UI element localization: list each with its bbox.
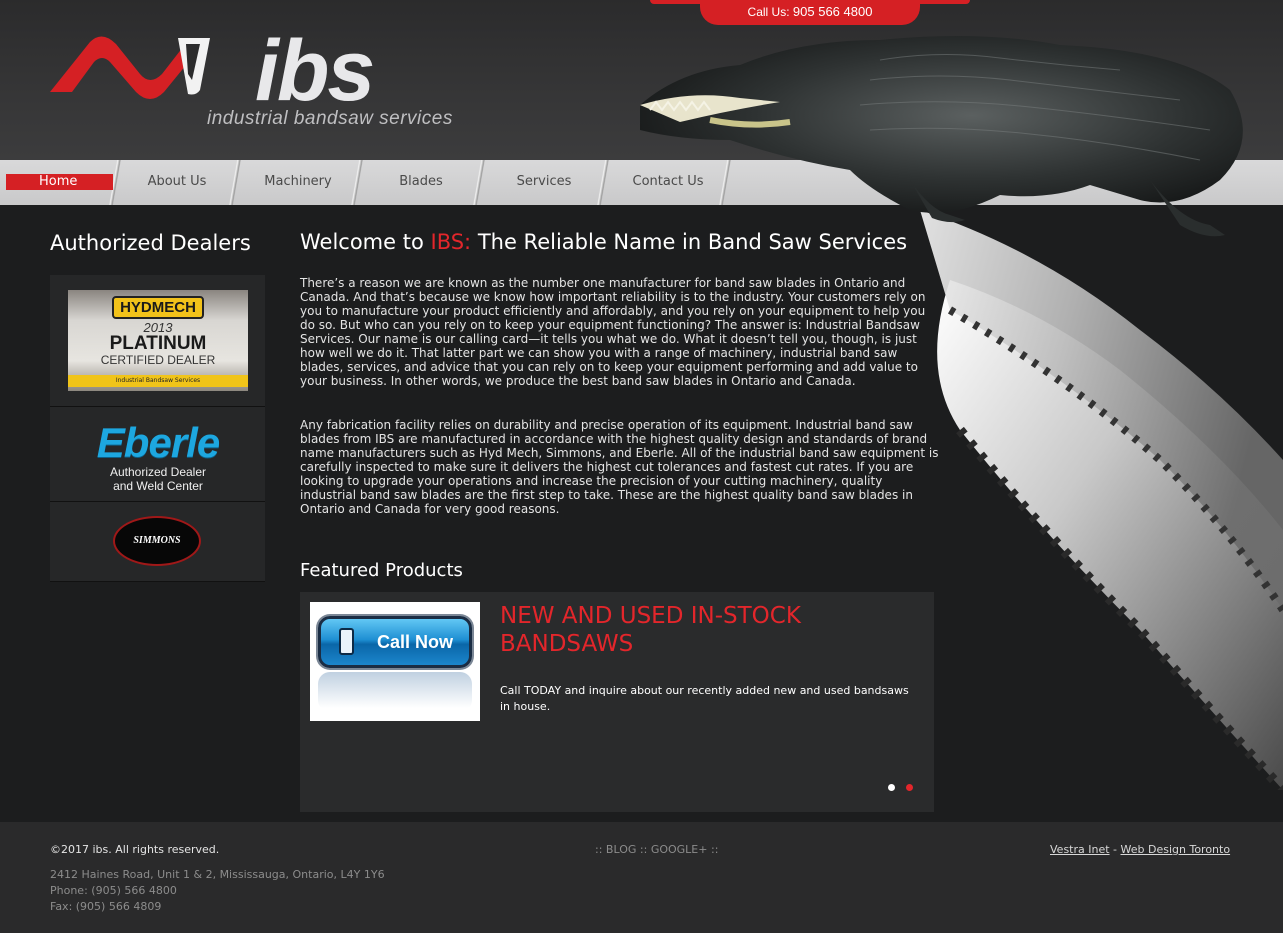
- dealer-hydmech[interactable]: HYDMECH 2013 PLATINUM CERTIFIED DEALER I…: [50, 275, 265, 407]
- title-pre: Welcome to: [300, 230, 431, 254]
- hydmech-cert: CERTIFIED DEALER: [100, 353, 216, 367]
- footer-credits: Vestra Inet - Web Design Toronto: [1050, 843, 1230, 856]
- call-now-button-graphic: Call Now: [318, 616, 472, 668]
- call-us-bar[interactable]: Call Us: 905 566 4800: [700, 0, 920, 25]
- nav-item-machinery[interactable]: Machinery: [238, 160, 358, 205]
- site-footer: ©2017 ibs. All rights reserved. 2412 Hai…: [0, 822, 1283, 933]
- footer-credit-webdesign[interactable]: Web Design Toronto: [1121, 843, 1231, 856]
- eberle-line1: Authorized Dealer: [109, 465, 207, 479]
- nav-item-contact[interactable]: Contact Us: [606, 160, 730, 205]
- title-brand: IBS:: [430, 230, 472, 254]
- dealer-simmons[interactable]: SIMMONS: [50, 502, 265, 582]
- simmons-wordmark: SIMMONS: [133, 535, 181, 546]
- featured-heading[interactable]: NEW AND USED IN-STOCK BANDSAWS: [500, 602, 860, 658]
- footer-address: 2412 Haines Road, Unit 1 & 2, Mississaug…: [50, 868, 385, 881]
- eberle-subtitle: Authorized Dealer and Weld Center: [68, 465, 248, 493]
- dealer-list: HYDMECH 2013 PLATINUM CERTIFIED DEALER I…: [50, 275, 265, 582]
- slider-dot-1[interactable]: [888, 784, 895, 791]
- hydmech-strip: Industrial Bandsaw Services: [68, 375, 248, 387]
- intro-paragraph-2: Any fabrication facility relies on durab…: [300, 418, 939, 516]
- footer-credit-vestra[interactable]: Vestra Inet: [1050, 843, 1110, 856]
- footer-links-prefix: ::: [595, 843, 603, 856]
- eberle-logo: Eberle: [96, 419, 220, 466]
- footer-links: :: BLOG :: GOOGLE+ ::: [595, 843, 718, 856]
- site-header: Call Us: 905 566 4800 ibs industrial ban…: [0, 0, 1283, 160]
- featured-title: Featured Products: [300, 560, 463, 581]
- featured-text: Call TODAY and inquire about our recentl…: [500, 684, 909, 713]
- nav-divider: [718, 160, 732, 205]
- footer-contact: 2412 Haines Road, Unit 1 & 2, Mississaug…: [50, 867, 385, 915]
- title-post: The Reliable Name in Band Saw Services: [471, 230, 908, 254]
- hydmech-level: PLATINUM: [109, 333, 207, 354]
- footer-copyright: ©2017 ibs. All rights reserved.: [50, 843, 220, 856]
- site-logo[interactable]: ibs industrial bandsaw services: [50, 23, 490, 134]
- hydmech-plaque-image: HYDMECH 2013 PLATINUM CERTIFIED DEALER I…: [68, 290, 248, 391]
- nav-home-active-label[interactable]: Home: [6, 174, 113, 190]
- logo-wordmark: ibs: [255, 23, 375, 119]
- call-us-phone[interactable]: 905 566 4800: [793, 4, 873, 19]
- footer-links-sep: ::: [639, 843, 648, 856]
- call-now-image[interactable]: Call Now: [310, 602, 480, 721]
- sidebar-title: Authorized Dealers: [50, 231, 251, 255]
- footer-link-blog[interactable]: BLOG: [606, 843, 636, 856]
- simmons-logo: SIMMONS: [113, 516, 201, 566]
- dealer-eberle[interactable]: Eberle Authorized Dealer and Weld Center: [50, 407, 265, 502]
- logo-tagline: industrial bandsaw services: [207, 108, 453, 129]
- nav-item-blades[interactable]: Blades: [360, 160, 482, 205]
- main-nav: About Us Machinery Blades Services Conta…: [0, 160, 1283, 205]
- footer-fax: Fax: (905) 566 4809: [50, 900, 162, 913]
- footer-credit-sep: -: [1109, 843, 1121, 856]
- call-us-label: Call Us:: [747, 5, 790, 19]
- footer-links-suffix: ::: [710, 843, 719, 856]
- mobile-phone-icon: [339, 628, 354, 655]
- hydmech-brand: HYDMECH: [112, 296, 204, 319]
- intro-paragraph-1: There’s a reason we are known as the num…: [300, 276, 926, 388]
- featured-slider: Call Now NEW AND USED IN-STOCK BANDSAWS …: [300, 592, 934, 812]
- call-now-label: Call Now: [377, 632, 454, 652]
- call-now-reflection: [318, 672, 472, 712]
- footer-phone: Phone: (905) 566 4800: [50, 884, 177, 897]
- eberle-line2: and Weld Center: [113, 479, 203, 493]
- nav-item-about[interactable]: About Us: [118, 160, 236, 205]
- footer-link-google[interactable]: GOOGLE+: [651, 843, 708, 856]
- slider-dot-2[interactable]: [906, 784, 913, 791]
- logo-mark-icon: [50, 36, 210, 99]
- nav-item-services[interactable]: Services: [482, 160, 606, 205]
- page-title: Welcome to IBS: The Reliable Name in Ban…: [300, 230, 907, 254]
